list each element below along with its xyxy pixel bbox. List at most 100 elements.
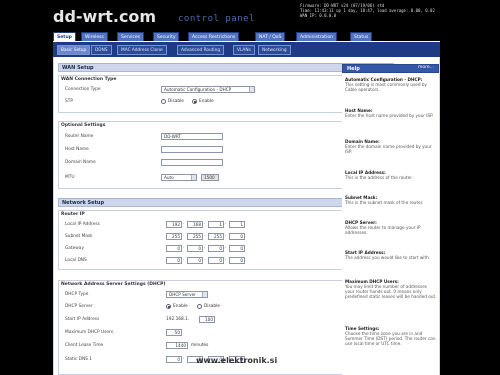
ip-separator: . [183, 221, 185, 226]
legend-wan-connection-type: WAN Connection Type [61, 77, 117, 82]
help-more-link[interactable]: more... [418, 65, 434, 70]
row-local-dns: Local DNS 0 . 0 . 0 . 0 [65, 257, 385, 266]
dns-octet-1[interactable]: 0 [166, 257, 182, 264]
mtu-label: MTU [65, 175, 75, 180]
help-item: Automatic Configuration - DHCP: This set… [345, 77, 437, 92]
help-item-text: Allows the router to manage your IP addr… [345, 225, 421, 235]
gateway-octet-3[interactable]: 0 [208, 245, 224, 252]
stp-label: STP [65, 99, 73, 104]
mtu-select-value: Auto [164, 175, 174, 180]
local-ip-octet-4[interactable]: 1 [229, 221, 245, 228]
mtu-select[interactable]: Auto [161, 174, 197, 181]
tab-basic-setup[interactable]: Basic Setup [57, 45, 91, 55]
connection-type-label: Connection Type [65, 87, 101, 92]
control-panel-title: control panel [178, 14, 255, 24]
ip-separator: . [225, 257, 227, 262]
tab-status[interactable]: Status [350, 32, 373, 41]
connection-type-select[interactable]: Automatic Configuration - DHCP [161, 86, 255, 93]
router-name-label: Router Name [65, 134, 94, 139]
subnet-mask-label: Subnet Mask [65, 234, 93, 239]
dhcp-type-select[interactable]: DHCP Server [166, 291, 208, 298]
tab-nat-qos[interactable]: NAT / QoS [255, 32, 286, 41]
dns-octet-2[interactable]: 0 [187, 257, 203, 264]
local-ip-octet-3[interactable]: 1 [208, 221, 224, 228]
help-item-text: This is the subnet mask of the router. [345, 200, 424, 205]
help-item-text: Enter the host name provided by your ISP… [345, 113, 434, 118]
dhcp-enable-label: Enable [173, 304, 188, 309]
tab-administration[interactable]: Administration [296, 32, 337, 41]
stp-disable-label: Disable [168, 99, 184, 104]
ip-separator: . [225, 221, 227, 226]
stp-disable-radio[interactable] [161, 99, 166, 104]
help-header: Help more... [342, 64, 439, 73]
tab-mac-address-clone[interactable]: MAC Address Clone [117, 45, 167, 55]
dns-octet-3[interactable]: 0 [208, 257, 224, 264]
gateway-label: Gateway [65, 246, 84, 251]
legend-router-ip: Router IP [61, 212, 85, 217]
chevron-down-icon [191, 175, 196, 180]
ip-separator: . [225, 245, 227, 250]
tab-wireless[interactable]: Wireless [81, 32, 108, 41]
tab-networking[interactable]: Networking [258, 45, 291, 55]
connection-type-value: Automatic Configuration - DHCP [164, 87, 232, 92]
ip-separator: . [204, 221, 206, 226]
lease-time-label: Client Lease Time [65, 343, 104, 348]
dhcp-enable-radio[interactable] [166, 304, 171, 309]
stp-enable-label: Enable [199, 99, 214, 104]
help-item: Start IP Address: The address you would … [345, 250, 437, 260]
stp-enable-radio[interactable] [192, 99, 197, 104]
tab-security[interactable]: Security [153, 32, 180, 41]
help-item: Domain Name: Enter the domain name provi… [345, 139, 437, 154]
start-ip-label: Start IP Address [65, 317, 100, 322]
subnet-octet-1[interactable]: 255 [166, 233, 182, 240]
local-ip-octet-1[interactable]: 192 [166, 221, 182, 228]
gateway-octet-2[interactable]: 0 [187, 245, 203, 252]
tab-ddns[interactable]: DDNS [91, 45, 112, 55]
help-item-text: You may limit the number of addresses yo… [345, 284, 437, 299]
help-item: Subnet Mask: This is the subnet mask of … [345, 195, 437, 205]
sub-nav: Basic Setup DDNS MAC Address Clone Advan… [53, 42, 440, 57]
dns-octet-4[interactable]: 0 [229, 257, 245, 264]
domain-name-input[interactable] [161, 159, 223, 166]
max-users-input[interactable]: 50 [166, 329, 182, 336]
row-subnet-mask: Subnet Mask 255 . 255 . 255 . 0 [65, 233, 385, 242]
lease-time-input[interactable]: 1440 [166, 342, 188, 349]
tab-access-restrictions[interactable]: Access Restrictions [188, 32, 240, 41]
ip-separator: . [204, 257, 206, 262]
tab-advanced-routing[interactable]: Advanced Routing [177, 45, 225, 55]
help-item: Local IP Address: This is the address of… [345, 170, 437, 180]
subnet-octet-2[interactable]: 255 [187, 233, 203, 240]
help-item-text: This setting is most commonly used by Ca… [345, 82, 427, 92]
local-ip-octet-2[interactable]: 168 [187, 221, 203, 228]
tab-vlans[interactable]: VLANs [233, 45, 255, 55]
legend-optional-settings: Optional Settings [61, 123, 106, 128]
gateway-octet-4[interactable]: 0 [229, 245, 245, 252]
gateway-octet-1[interactable]: 0 [166, 245, 182, 252]
start-ip-prefix: 192.168.1. [166, 317, 190, 322]
mtu-input[interactable]: 1500 [201, 174, 219, 181]
watermark: www.elektronik.si [196, 356, 278, 365]
logo: dd-wrt.com [53, 7, 157, 26]
router-name-input[interactable]: DD-WRT [161, 133, 223, 140]
ip-separator: . [183, 245, 185, 250]
ip-separator: . [204, 245, 206, 250]
tab-setup[interactable]: Setup [53, 32, 76, 41]
static-dns-octet-1[interactable]: 0 [166, 356, 182, 363]
subnet-octet-4[interactable]: 0 [229, 233, 245, 240]
max-users-label: Maximum DHCP Users [65, 330, 114, 335]
dhcp-type-value: DHCP Server [169, 292, 196, 297]
host-name-label: Host Name [65, 147, 89, 152]
host-name-input[interactable] [161, 146, 223, 153]
help-item: DHCP Server: Allows the router to manage… [345, 220, 437, 235]
subnet-octet-3[interactable]: 255 [208, 233, 224, 240]
ip-separator: . [183, 356, 185, 361]
chevron-down-icon [249, 87, 254, 92]
tab-services[interactable]: Services [117, 32, 144, 41]
header: dd-wrt.com control panel Firmware: DD-WR… [0, 0, 500, 31]
help-item-text: This is the address of the router. [345, 175, 413, 180]
row-host-name: Host Name [65, 146, 385, 155]
dhcp-disable-radio[interactable] [197, 304, 202, 309]
start-ip-input[interactable]: 100 [199, 316, 215, 323]
dhcp-disable-label: Disable [204, 304, 220, 309]
status-info: Firmware: DD-WRT v24 (07/19/06) std Time… [300, 3, 495, 19]
